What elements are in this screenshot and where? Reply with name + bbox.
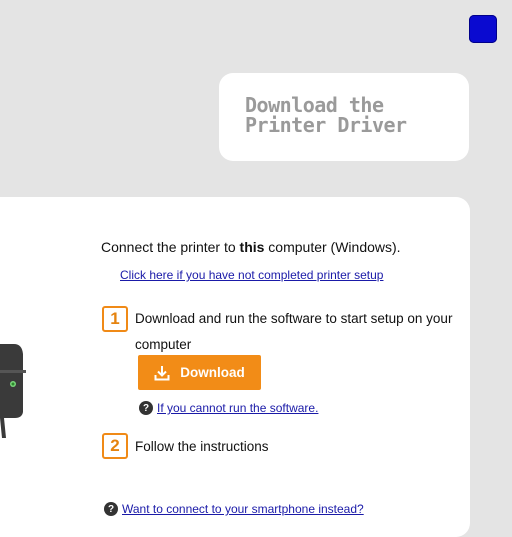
step-text-2: Follow the instructions [135, 439, 269, 454]
cannot-run-link[interactable]: If you cannot run the software. [157, 401, 318, 415]
question-icon: ? [139, 401, 153, 415]
download-button[interactable]: Download [138, 355, 261, 390]
download-label: Download [180, 365, 245, 380]
question-icon: ? [104, 502, 118, 516]
connect-prefix: Connect the printer to [101, 239, 240, 255]
blue-square-icon[interactable] [469, 15, 497, 43]
step-number-2: 2 [102, 433, 128, 459]
cannot-run-row: ? If you cannot run the software. [139, 401, 318, 415]
download-icon [154, 365, 170, 380]
connect-bold: this [239, 239, 265, 255]
title-card: Download the Printer Driver [219, 73, 469, 161]
connect-suffix: computer (Windows). [264, 239, 401, 255]
smartphone-link[interactable]: Want to connect to your smartphone inste… [122, 502, 364, 516]
connect-instruction: Connect the printer to this computer (Wi… [101, 239, 401, 255]
smartphone-row: ? Want to connect to your smartphone ins… [104, 502, 364, 516]
printer-illustration [0, 344, 26, 438]
step-text-1: Download and run the software to start s… [135, 311, 453, 352]
page-title: Download the Printer Driver [245, 93, 407, 137]
setup-link[interactable]: Click here if you have not completed pri… [120, 268, 383, 282]
step-number-1: 1 [102, 306, 128, 332]
